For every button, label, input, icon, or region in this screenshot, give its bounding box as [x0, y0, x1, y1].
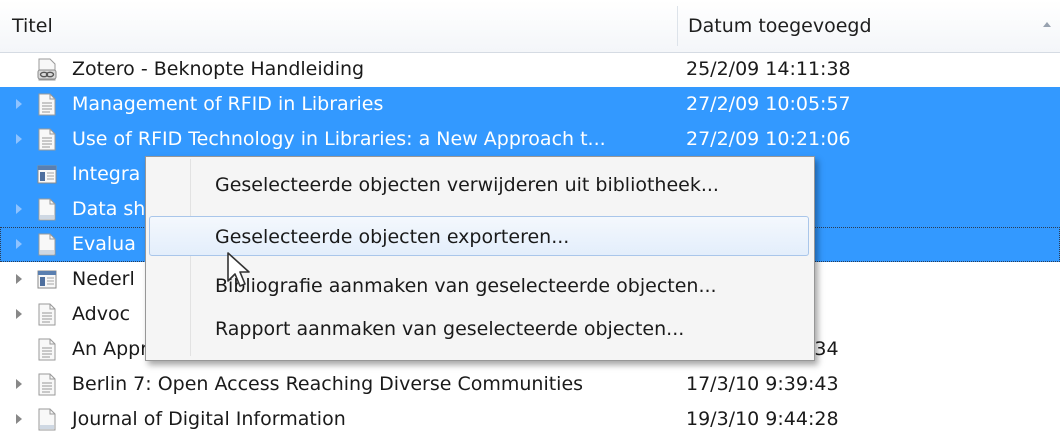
item-title: Advoc: [72, 303, 131, 325]
expand-twisty-icon[interactable]: [16, 309, 22, 319]
item-title: Zotero - Beknopte Handleiding: [72, 58, 365, 80]
item-date-added: 27/2/09 10:21:06: [686, 128, 851, 150]
menu-item-generate-report[interactable]: Rapport aanmaken van geselecteerde objec…: [149, 309, 809, 349]
document-icon: [37, 338, 57, 361]
item-title: Data sh: [72, 198, 146, 220]
item-title: Berlin 7: Open Access Reaching Diverse C…: [72, 373, 584, 395]
item-row[interactable]: Use of RFID Technology in Libraries: a N…: [0, 122, 1060, 157]
item-row[interactable]: Management of RFID in Libraries 27/2/09 1…: [0, 87, 1060, 122]
item-date-added: 19/3/10 9:44:28: [686, 408, 839, 430]
menu-item-export-items[interactable]: Geselecteerde objecten exporteren...: [149, 216, 809, 256]
expand-twisty-icon[interactable]: [16, 239, 22, 249]
item-title: Management of RFID in Libraries: [72, 93, 384, 115]
item-row[interactable]: Journal of Digital Information 19/3/10 9:…: [0, 402, 1060, 437]
column-header: Titel Datum toegevoegd: [0, 0, 1060, 53]
document-icon: [37, 373, 57, 396]
item-title: Journal of Digital Information: [72, 408, 346, 430]
menu-item-label: Bibliografie aanmaken van geselecteerde …: [215, 275, 717, 297]
item-title: Evalua: [72, 233, 136, 255]
document-icon: [37, 128, 57, 151]
expand-twisty-icon[interactable]: [16, 99, 22, 109]
menu-item-label: Geselecteerde objecten verwijderen uit b…: [215, 174, 719, 196]
sort-ascending-icon: [1043, 22, 1051, 27]
item-title: Use of RFID Technology in Libraries: a N…: [72, 128, 606, 150]
blank-document-icon: [37, 233, 57, 256]
menu-item-delete-from-library[interactable]: Geselecteerde objecten verwijderen uit b…: [149, 165, 809, 205]
column-header-date-added[interactable]: Datum toegevoegd: [688, 0, 872, 52]
web-link-icon: [37, 58, 57, 81]
webpage-icon: [37, 163, 57, 186]
document-icon: [37, 93, 57, 116]
expand-twisty-icon[interactable]: [16, 414, 22, 424]
expand-twisty-icon[interactable]: [16, 204, 22, 214]
item-title: Nederl: [72, 268, 135, 290]
blank-document-icon: [37, 198, 57, 221]
mouse-pointer-icon: [227, 252, 250, 287]
menu-item-label: Rapport aanmaken van geselecteerde objec…: [215, 318, 685, 340]
item-date-added: 25/2/09 14:11:38: [686, 58, 851, 80]
item-title: Integra: [72, 163, 141, 185]
item-row[interactable]: Zotero - Beknopte Handleiding 25/2/09 14:…: [0, 52, 1060, 87]
item-row[interactable]: Berlin 7: Open Access Reaching Diverse C…: [0, 367, 1060, 402]
blank-document-icon: [37, 408, 57, 431]
column-divider[interactable]: [677, 6, 678, 46]
item-date-added: 27/2/09 10:05:57: [686, 93, 851, 115]
expand-twisty-icon[interactable]: [16, 379, 22, 389]
expand-twisty-icon[interactable]: [16, 274, 22, 284]
expand-twisty-icon[interactable]: [16, 134, 22, 144]
item-date-added: 17/3/10 9:39:43: [686, 373, 839, 395]
menu-item-label: Geselecteerde objecten exporteren...: [215, 226, 570, 248]
webpage-icon: [37, 268, 57, 291]
column-header-title[interactable]: Titel: [12, 0, 53, 52]
document-icon: [37, 303, 57, 326]
